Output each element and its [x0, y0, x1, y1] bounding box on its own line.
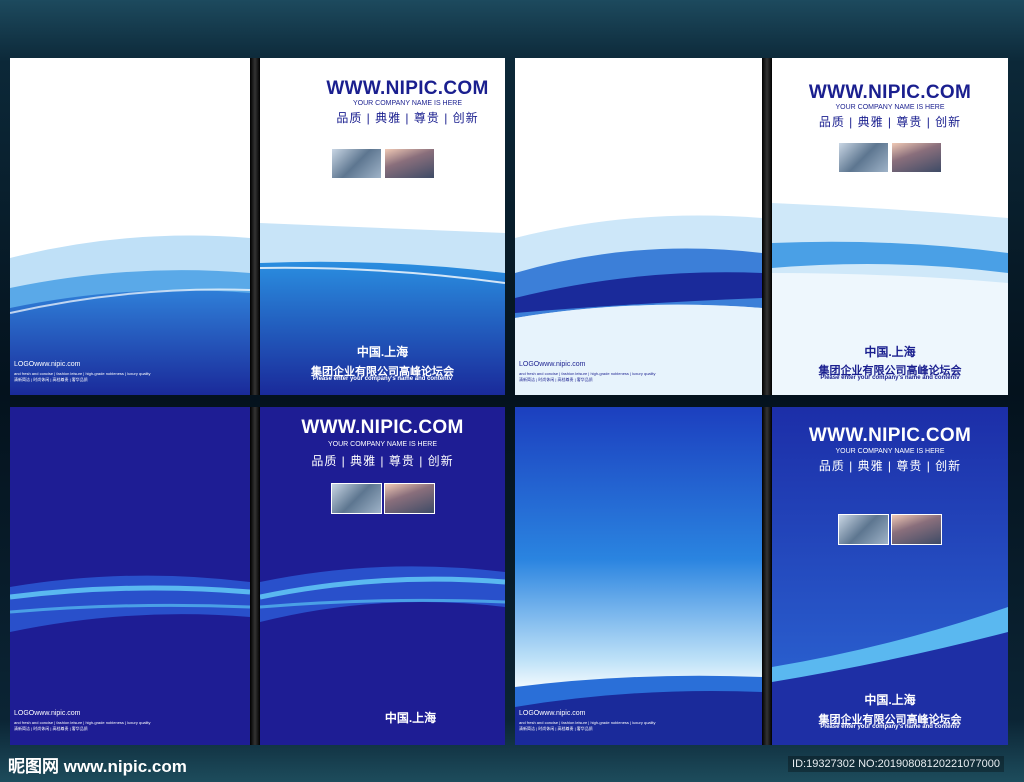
building-photo [330, 483, 382, 514]
site-url: WWW.NIPIC.COM [808, 82, 972, 103]
brochure2-back: LOGOwww.nipic.com and fresh and concise … [515, 58, 762, 395]
city: 中国.上海 [384, 711, 437, 725]
bridge-photo [891, 142, 942, 173]
city: 中国.上海 [864, 693, 916, 707]
small-cn: 清新简洁 | 时尚休闲 | 高档尊贵 | 奢华品质 [14, 726, 88, 731]
city: 中国.上海 [864, 345, 916, 359]
building-photo [330, 148, 382, 179]
photo-strip [838, 142, 942, 173]
brochure2-front: WWW.NIPIC.COM YOUR COMPANY NAME IS HERE … [772, 58, 1008, 395]
tagline: 品质 | 典雅 | 尊贵 | 创新 [311, 454, 454, 468]
small-en: and fresh and concise | fashion leisure … [519, 371, 656, 376]
spine [762, 58, 772, 395]
corp-subtitle: Please enter your company's name and con… [820, 375, 960, 381]
photo-strip [838, 514, 942, 545]
corp-subtitle: Please enter your company's name and con… [312, 376, 453, 382]
brochure4-front: WWW.NIPIC.COM YOUR COMPANY NAME IS HERE … [772, 407, 1008, 745]
photo-strip [330, 148, 435, 179]
tagline: 品质 | 典雅 | 尊贵 | 创新 [818, 115, 962, 129]
image-id: ID:19327302 NO:20190808120221077000 [788, 756, 1004, 772]
brochure3-back: LOGOwww.nipic.com and fresh and concise … [10, 407, 250, 745]
logo-text: LOGOwww.nipic.com [519, 361, 586, 368]
tagline: 品质 | 典雅 | 尊贵 | 创新 [336, 111, 479, 125]
logo-text: LOGOwww.nipic.com [519, 710, 586, 717]
brochure1-front: WWW.NIPIC.COM YOUR COMPANY NAME IS HERE … [260, 58, 505, 395]
company-placeholder: YOUR COMPANY NAME IS HERE [835, 448, 945, 455]
small-cn: 清新简洁 | 时尚休闲 | 高档尊贵 | 奢华品质 [519, 726, 593, 731]
small-en: and fresh and concise | fashion leisure … [14, 371, 151, 376]
small-cn: 清新简洁 | 时尚休闲 | 高档尊贵 | 奢华品质 [14, 377, 88, 382]
spine [762, 407, 772, 745]
photo-strip [330, 483, 435, 514]
company-placeholder: YOUR COMPANY NAME IS HERE [352, 100, 463, 107]
building-photo [838, 514, 889, 545]
bridge-photo [383, 483, 435, 514]
site-url: WWW.NIPIC.COM [301, 417, 464, 438]
tagline: 品质 | 典雅 | 尊贵 | 创新 [818, 459, 962, 473]
city: 中国.上海 [356, 345, 409, 359]
brochure1-back: LOGOwww.nipic.com and fresh and concise … [10, 58, 250, 395]
site-url: WWW.NIPIC.COM [808, 425, 972, 446]
company-placeholder: YOUR COMPANY NAME IS HERE [835, 104, 945, 111]
spine [250, 58, 260, 395]
bridge-photo [891, 514, 942, 545]
small-en: and fresh and concise | fashion leisure … [14, 720, 151, 725]
brochure3-front: WWW.NIPIC.COM YOUR COMPANY NAME IS HERE … [260, 407, 505, 745]
site-url: WWW.NIPIC.COM [326, 78, 489, 99]
brochure4-back: LOGOwww.nipic.com and fresh and concise … [515, 407, 762, 745]
bridge-photo [383, 148, 435, 179]
watermark: 昵图网 www.nipic.com [8, 757, 187, 776]
spine [250, 407, 260, 745]
logo-text: LOGOwww.nipic.com [14, 361, 81, 368]
corp-subtitle: Please enter your company's name and con… [820, 724, 960, 730]
small-en: and fresh and concise | fashion leisure … [519, 720, 656, 725]
building-photo [838, 142, 889, 173]
company-placeholder: YOUR COMPANY NAME IS HERE [327, 441, 438, 448]
logo-text: LOGOwww.nipic.com [14, 710, 81, 717]
small-cn: 清新简洁 | 时尚休闲 | 高档尊贵 | 奢华品质 [519, 377, 593, 382]
